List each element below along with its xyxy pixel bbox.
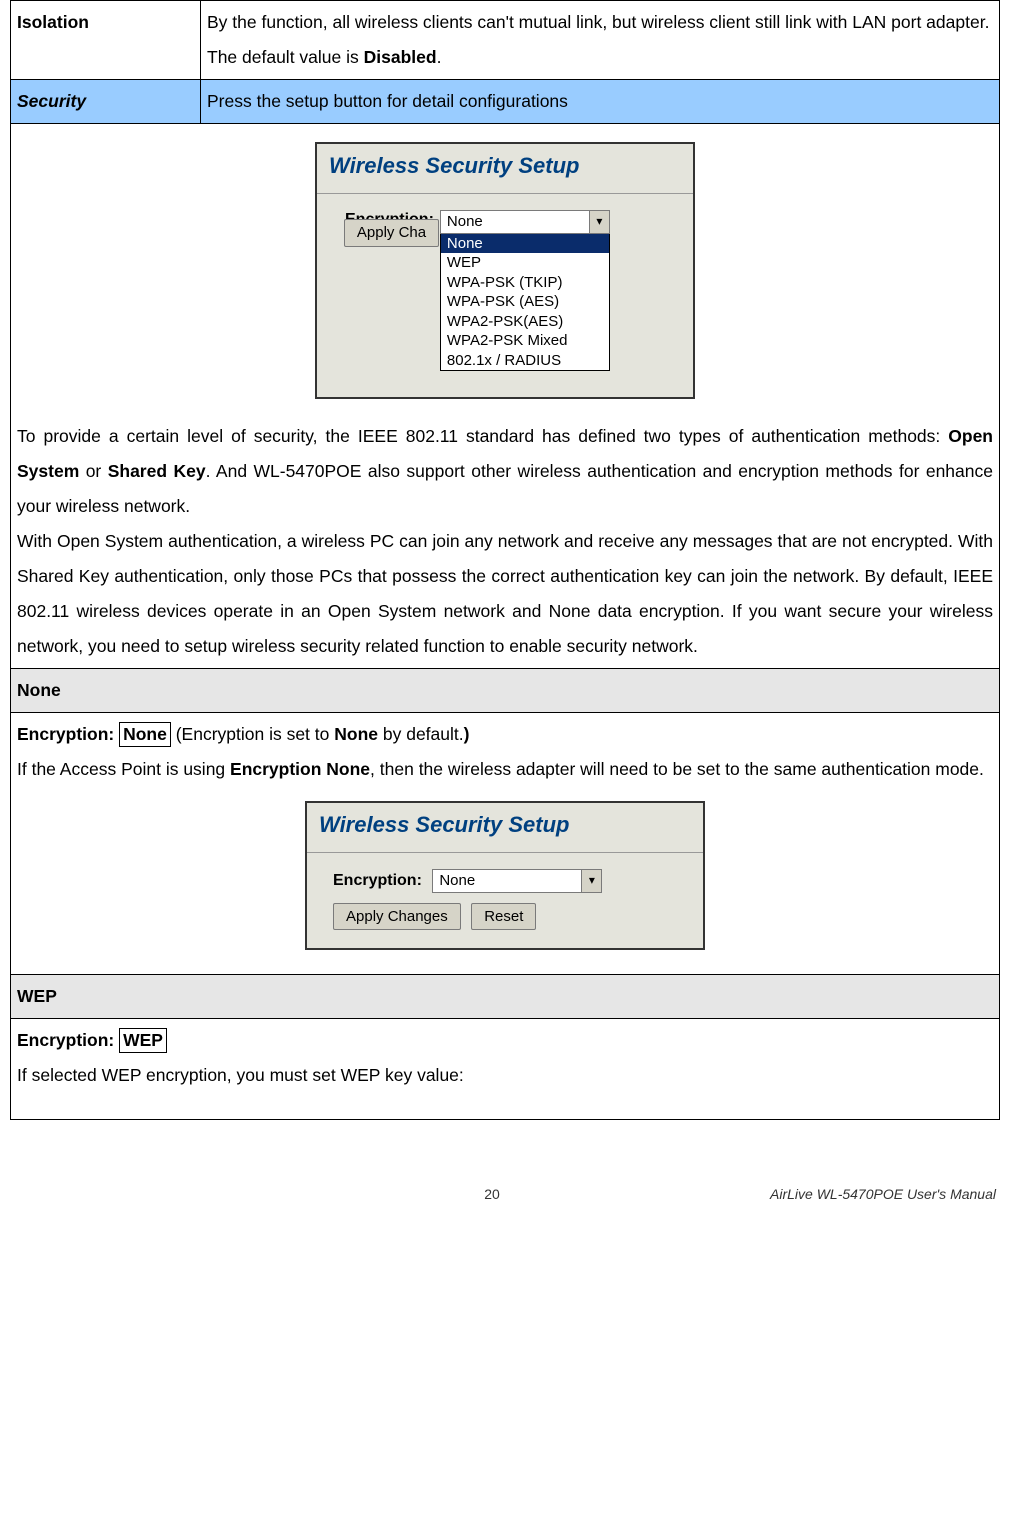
option-wep[interactable]: WEP xyxy=(441,253,609,273)
page-number: 20 xyxy=(214,1180,770,1208)
none-line2-b: , then the wireless adapter will need to… xyxy=(370,759,984,779)
security-paragraph: To provide a certain level of security, … xyxy=(17,419,993,664)
none-section: Encryption: None (Encryption is set to N… xyxy=(11,713,1000,975)
wss-screenshot-1: Wireless Security Setup Encryption: None… xyxy=(315,142,695,399)
wss2-reset-button[interactable]: Reset xyxy=(471,903,536,931)
wss1-title: Wireless Security Setup xyxy=(317,144,693,194)
option-none[interactable]: None xyxy=(441,234,609,254)
wss1-apply-button[interactable]: Apply Cha xyxy=(344,219,439,247)
isolation-text-2b: Disabled xyxy=(364,47,437,67)
p2: With Open System authentication, a wirel… xyxy=(17,531,993,656)
wss1-encryption-combo[interactable]: None ▾ None WEP WPA-PSK (TKIP) WPA-PSK (… xyxy=(440,210,610,372)
wep-section: Encryption: WEP If selected WEP encrypti… xyxy=(11,1019,1000,1120)
none-line2-bold: Encryption None xyxy=(230,759,370,779)
none-line2-a: If the Access Point is using xyxy=(17,759,230,779)
wep-boxed: WEP xyxy=(119,1028,167,1053)
security-desc: Press the setup button for detail config… xyxy=(201,80,1000,124)
manual-title: AirLive WL-5470POE User's Manual xyxy=(770,1180,996,1208)
page-footer: 20 AirLive WL-5470POE User's Manual xyxy=(10,1180,1000,1218)
option-wpa2-mixed[interactable]: WPA2-PSK Mixed xyxy=(441,331,609,351)
isolation-text-2c: . xyxy=(437,47,442,67)
option-wpa2-aes[interactable]: WPA2-PSK(AES) xyxy=(441,312,609,332)
security-detail-cell: Wireless Security Setup Encryption: None… xyxy=(11,124,1000,669)
isolation-label: Isolation xyxy=(11,1,201,80)
option-8021x[interactable]: 802.1x / RADIUS xyxy=(441,351,609,371)
wss2-encryption-combo[interactable]: None ▾ xyxy=(432,869,602,893)
wep-line2: If selected WEP encryption, you must set… xyxy=(17,1058,993,1093)
isolation-text-1: By the function, all wireless clients ca… xyxy=(207,12,989,32)
wss2-combo-value: None xyxy=(433,870,581,892)
isolation-desc: By the function, all wireless clients ca… xyxy=(201,1,1000,80)
p1-a: To provide a certain level of security, … xyxy=(17,426,948,446)
none-line1-bold: None xyxy=(334,724,378,744)
chevron-down-icon[interactable]: ▾ xyxy=(581,870,601,892)
wss1-combo-value: None xyxy=(441,211,589,233)
wep-line1-a: Encryption: xyxy=(17,1030,119,1050)
wep-header: WEP xyxy=(11,975,1000,1019)
none-boxed: None xyxy=(119,722,171,747)
p1-mid: or xyxy=(79,461,107,481)
wss2-title: Wireless Security Setup xyxy=(307,803,703,853)
wss2-encryption-label: Encryption: xyxy=(333,872,428,889)
option-wpa-aes[interactable]: WPA-PSK (AES) xyxy=(441,292,609,312)
wss2-apply-button[interactable]: Apply Changes xyxy=(333,903,461,931)
settings-table: Isolation By the function, all wireless … xyxy=(10,0,1000,1120)
none-line1-b: (Encryption is set to xyxy=(171,724,334,744)
none-header: None xyxy=(11,669,1000,713)
security-label: Security xyxy=(11,80,201,124)
none-line1-d: ) xyxy=(464,724,470,744)
chevron-down-icon[interactable]: ▾ xyxy=(589,211,609,233)
none-line1-a: Encryption: xyxy=(17,724,119,744)
wss1-combo-list[interactable]: None WEP WPA-PSK (TKIP) WPA-PSK (AES) WP… xyxy=(440,234,610,372)
isolation-text-2a: The default value is xyxy=(207,47,364,67)
option-wpa-tkip[interactable]: WPA-PSK (TKIP) xyxy=(441,273,609,293)
none-line1-c: by default. xyxy=(378,724,464,744)
wss-screenshot-2: Wireless Security Setup Encryption: None… xyxy=(305,801,705,950)
p1-b2: Shared Key xyxy=(108,461,206,481)
